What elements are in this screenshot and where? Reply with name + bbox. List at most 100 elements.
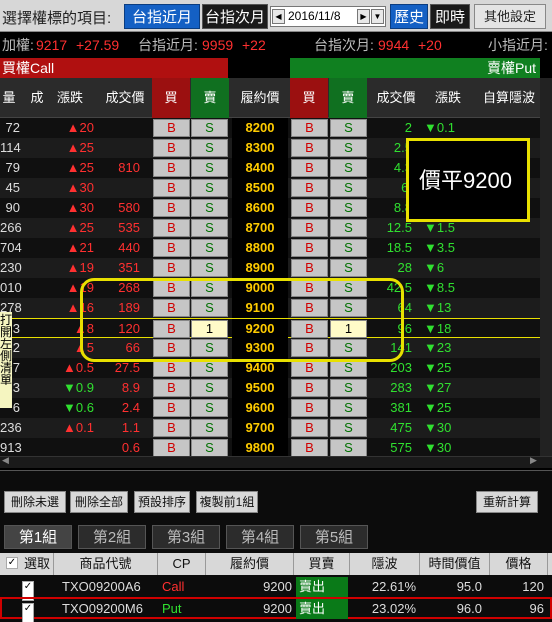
put-sell-button[interactable]: S [330, 339, 367, 357]
open-left-list-tab[interactable]: 打開左側清單 [0, 312, 12, 408]
date-dropdown-icon[interactable]: ▼ [371, 9, 384, 24]
call-buy-button[interactable]: B [153, 159, 190, 177]
put-sell-button[interactable]: S [330, 419, 367, 437]
col-call-change[interactable]: 漲跌 [50, 78, 90, 118]
call-buy-button[interactable]: B [153, 219, 190, 237]
call-sell-button[interactable]: S [191, 159, 228, 177]
call-sell-button[interactable]: S [191, 439, 228, 457]
quote-row[interactable]: 230 ▲19 351 B S 8900 B S 28 ▼6 [0, 258, 540, 278]
quote-row[interactable]: 704 ▲21 440 B S 8800 B S 18.5 ▼3.5 [0, 238, 540, 258]
call-buy-button[interactable]: B [153, 299, 190, 317]
tab-group-4[interactable]: 第4組 [226, 525, 294, 549]
delete-all-button[interactable]: 刪除全部 [70, 491, 128, 513]
tab-group-1[interactable]: 第1組 [4, 525, 72, 549]
put-buy-button[interactable]: B [291, 439, 328, 457]
put-sell-button[interactable]: S [330, 239, 367, 257]
col-put-price[interactable]: 成交價 [370, 78, 422, 118]
position-side[interactable]: 賣出 [296, 599, 348, 619]
put-buy-button[interactable]: B [291, 179, 328, 197]
put-buy-button[interactable]: B [291, 359, 328, 377]
call-sell-button[interactable]: S [191, 179, 228, 197]
realtime-button[interactable]: 即時 [430, 4, 470, 29]
col-custom-iv[interactable]: 自算隱波 [478, 78, 540, 118]
call-sell-button[interactable]: S [191, 379, 228, 397]
put-buy-button[interactable]: B [291, 279, 328, 297]
default-sort-button[interactable]: 預設排序 [134, 491, 190, 513]
col-vol[interactable]: 量 [0, 78, 18, 118]
put-buy-button[interactable]: B [291, 239, 328, 257]
call-buy-button[interactable]: B [153, 399, 190, 417]
put-sell-button[interactable]: S [330, 359, 367, 377]
col-strike[interactable]: 履約價 [232, 78, 288, 118]
date-picker[interactable]: ◀ 2016/11/8 ▶ ▼ [270, 6, 386, 27]
put-sell-button[interactable]: S [330, 299, 367, 317]
call-sell-qty[interactable]: 1 [191, 320, 228, 338]
put-sell-button[interactable]: S [330, 199, 367, 217]
call-buy-button[interactable]: B [153, 379, 190, 397]
put-buy-button[interactable]: B [291, 119, 328, 137]
put-buy-button[interactable]: B [291, 399, 328, 417]
quote-row[interactable]: 72 ▲20 B S 8200 B S 2 ▼0.1 [0, 118, 540, 138]
settings-button[interactable]: 其他設定 [474, 4, 546, 29]
put-sell-button[interactable]: S [330, 179, 367, 197]
tab-group-5[interactable]: 第5組 [300, 525, 368, 549]
pcol-price[interactable]: 價格 [490, 553, 548, 575]
call-buy-button[interactable]: B [153, 119, 190, 137]
tab-group-3[interactable]: 第3組 [152, 525, 220, 549]
quote-row[interactable]: 913 0.6 B S 9800 B S 575 ▼30 [0, 438, 540, 458]
call-sell-button[interactable]: S [191, 359, 228, 377]
put-sell-button[interactable]: S [330, 219, 367, 237]
call-sell-button[interactable]: S [191, 139, 228, 157]
position-side[interactable]: 賣出 [296, 577, 348, 597]
put-buy-button[interactable]: B [291, 339, 328, 357]
put-buy-button[interactable]: B [291, 219, 328, 237]
call-sell-button[interactable]: S [191, 419, 228, 437]
pcol-select[interactable]: ✓ 選取 [0, 553, 54, 575]
call-buy-button[interactable]: B [153, 239, 190, 257]
put-buy-button[interactable]: B [291, 159, 328, 177]
pcol-side[interactable]: 買賣 [294, 553, 350, 575]
quote-row[interactable]: 6 ▼0.6 2.4 B S 9600 B S 381 ▼25 [0, 398, 540, 418]
call-sell-button[interactable]: S [191, 279, 228, 297]
call-sell-button[interactable]: S [191, 199, 228, 217]
history-button[interactable]: 歷史 [390, 4, 428, 29]
put-sell-button[interactable]: S [330, 119, 367, 137]
call-buy-button[interactable]: B [153, 439, 190, 457]
quote-row[interactable]: 7 ▲0.5 27.5 B S 9400 B S 203 ▼25 [0, 358, 540, 378]
col-put-change[interactable]: 漲跌 [426, 78, 470, 118]
position-row[interactable]: ✓ TXO09200A6 Call 9200 賣出 22.61% 95.0 12… [0, 577, 552, 601]
select-all-checkbox[interactable]: ✓ [6, 557, 18, 569]
put-buy-button[interactable]: B [291, 320, 328, 338]
put-sell-button[interactable]: S [330, 439, 367, 457]
quote-row[interactable]: 3▲8120BS9200BS96▼1811 [0, 318, 540, 339]
row-checkbox[interactable]: ✓ [22, 603, 34, 622]
put-buy-button[interactable]: B [291, 379, 328, 397]
call-buy-button[interactable]: B [153, 259, 190, 277]
call-buy-button[interactable]: B [153, 320, 190, 338]
call-buy-button[interactable]: B [153, 279, 190, 297]
put-buy-button[interactable]: B [291, 259, 328, 277]
put-sell-button[interactable]: S [330, 279, 367, 297]
call-buy-button[interactable]: B [153, 139, 190, 157]
quote-row[interactable]: 3 ▼0.9 8.9 B S 9500 B S 283 ▼27 [0, 378, 540, 398]
pcol-cp[interactable]: CP [158, 553, 206, 575]
horizontal-scrollbar[interactable]: ◀ ▶ [0, 455, 552, 468]
put-sell-button[interactable]: S [330, 399, 367, 417]
pcol-strike[interactable]: 履約價 [206, 553, 294, 575]
date-next-icon[interactable]: ▶ [357, 9, 370, 24]
call-buy-button[interactable]: B [153, 339, 190, 357]
near-month-button[interactable]: 台指近月 [124, 4, 200, 29]
call-sell-button[interactable]: S [191, 299, 228, 317]
scroll-right-icon[interactable]: ▶ [530, 455, 537, 466]
next-month-button[interactable]: 台指次月 [202, 4, 268, 29]
put-sell-qty[interactable]: 1 [330, 320, 367, 338]
recalculate-button[interactable]: 重新計算 [476, 491, 538, 513]
tab-group-2[interactable]: 第2組 [78, 525, 146, 549]
call-sell-button[interactable]: S [191, 339, 228, 357]
position-row-selected[interactable]: ✓ TXO09200M6 Put 9200 賣出 23.02% 96.0 96 [0, 597, 552, 622]
col-chg-pct[interactable]: 成 [30, 78, 44, 118]
col-call-price[interactable]: 成交價 [100, 78, 150, 118]
call-buy-button[interactable]: B [153, 359, 190, 377]
pcol-time-value[interactable]: 時間價值 [420, 553, 490, 575]
call-buy-button[interactable]: B [153, 419, 190, 437]
